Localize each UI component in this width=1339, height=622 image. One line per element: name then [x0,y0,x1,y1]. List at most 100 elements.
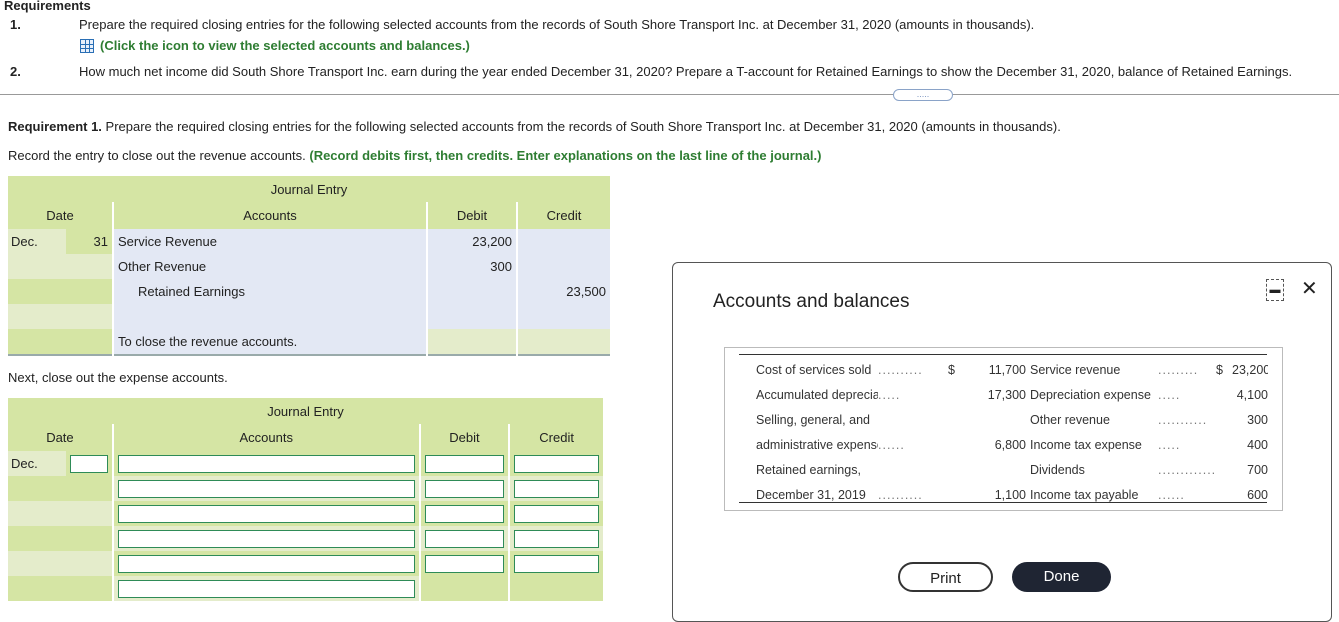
journal-entry-table-1: Journal Entry Date Accounts Debit Credit… [8,176,610,356]
accounts-table: Cost of services sold.......... $11,700 Ac… [724,347,1283,511]
right-amount: 4,100 [1236,388,1268,402]
right-dots: ...... [1158,488,1185,502]
journal-1-day: 31 [66,229,114,254]
right-amount: 400 [1247,438,1268,452]
journal-2-account-input[interactable] [117,454,415,473]
minimize-icon[interactable]: ▬ [1266,279,1284,301]
section-divider [0,94,1339,95]
journal-2-accounts-header: Accounts [112,424,421,451]
journal-2-debit-input[interactable] [424,504,505,523]
right-amount: 600 [1247,488,1268,502]
view-accounts-link[interactable]: (Click the icon to view the selected acc… [80,38,470,53]
left-row: Selling, general, and [756,410,1026,430]
journal-1-row [8,304,610,329]
next-instruction: Next, close out the expense accounts. [8,370,228,385]
journal-2-debit-input[interactable] [424,454,505,473]
journal-1-debit: 300 [427,254,518,279]
requirement-1-number: 1. [10,17,21,32]
journal-2-debit-input[interactable] [424,479,505,498]
journal-2-credit-input[interactable] [514,504,599,523]
right-label: Income tax payable [1030,488,1139,502]
left-amount: 17,300 [987,388,1026,402]
journal-2-credit-input[interactable] [514,479,599,498]
journal-2-row [8,476,603,501]
journal-1-credit [517,254,610,279]
close-icon[interactable]: ✕ [1301,276,1318,301]
requirement-1-body: Prepare the required closing entries for… [101,119,1061,134]
requirements-title: Requirements [4,0,91,13]
journal-1-row: Dec. 31 Service Revenue 23,200 [8,229,610,254]
journal-2-account-input[interactable] [117,479,415,498]
journal-1-credit: 23,500 [517,279,610,304]
right-label: Income tax expense [1030,438,1142,452]
left-label: Retained earnings, [756,463,861,477]
journal-2-row [8,526,603,551]
journal-1-date-header: Date [8,202,114,229]
right-row: Other revenue........... 300 [1030,410,1268,430]
right-label: Depreciation expense [1030,388,1151,402]
journal-2-title: Journal Entry [8,398,603,424]
left-row: Accumulated depreciation..... 17,300 [756,385,1026,405]
journal-2-debit-input[interactable] [424,554,505,573]
popup-title: Accounts and balances [713,291,910,312]
left-label: December 31, 2019 [756,488,866,502]
right-row: Dividends............. 700 [1030,460,1268,480]
journal-2-credit-header: Credit [509,424,603,451]
instruction-line: Record the entry to close out the revenu… [8,148,822,163]
right-dots: ..... [1158,388,1181,402]
journal-2-credit-input[interactable] [514,529,599,548]
journal-2-credit-input[interactable] [514,454,599,473]
left-dots: ..... [878,388,901,402]
view-accounts-link-text[interactable]: (Click the icon to view the selected acc… [100,38,470,53]
left-label: Selling, general, and [756,413,870,427]
left-row: administrative expenses...... 6,800 [756,435,1026,455]
right-amount: 300 [1247,413,1268,427]
journal-2-explanation-input[interactable] [117,579,415,598]
journal-1-account: Other Revenue [113,254,428,279]
left-dots: .......... [878,488,923,502]
journal-2-row [8,501,603,526]
journal-1-explanation: To close the revenue accounts. [113,329,428,355]
print-button[interactable]: Print [898,562,993,592]
journal-1-account: Retained Earnings [113,279,428,304]
journal-entry-table-2: Journal Entry Date Accounts Debit Credit… [8,398,603,601]
journal-1-credit [517,229,610,254]
requirement-2-text: How much net income did South Shore Tran… [79,64,1293,79]
journal-2-credit-input[interactable] [514,554,599,573]
journal-2-debit-header: Debit [419,424,511,451]
right-row: Income tax payable...... 600 [1030,485,1268,505]
right-label: Dividends [1030,463,1085,477]
left-dots: ...... [878,438,905,452]
right-dots: ......... [1158,363,1199,377]
left-label: Cost of services sold [756,363,872,377]
left-amount: 11,700 [988,363,1026,377]
journal-2-row: Dec. [8,451,603,476]
table-grid-icon[interactable] [80,38,94,53]
journal-2-row [8,551,603,576]
journal-2-account-input[interactable] [117,554,415,573]
journal-2-row [8,576,603,601]
journal-1-title: Journal Entry [8,176,610,202]
right-row: Income tax expense..... 400 [1030,435,1268,455]
journal-2-debit-input[interactable] [424,529,505,548]
left-dots: .......... [878,363,923,377]
done-button[interactable]: Done [1012,562,1111,592]
journal-1-month: Dec. [8,229,66,254]
journal-2-account-input[interactable] [117,504,415,523]
requirement-1-heading: Requirement 1. Prepare the required clos… [8,119,1061,134]
left-amount: 1,100 [994,488,1026,502]
accounts-balances-popup: Accounts and balances ▬ ✕ Cost of servic… [672,262,1332,622]
journal-2-account-input[interactable] [117,529,415,548]
journal-1-explanation-row: To close the revenue accounts. [8,329,610,355]
left-label: administrative expenses [756,438,878,452]
requirement-1-label: Requirement 1. [8,119,102,134]
instruction-text: Record the entry to close out the revenu… [8,148,306,163]
journal-2-day-input[interactable] [69,454,108,473]
journal-1-accounts-header: Accounts [113,202,428,229]
journal-1-account: Service Revenue [113,229,428,254]
left-row: Cost of services sold.......... $11,700 [756,360,1026,380]
right-row: Service revenue......... $23,200 [1030,360,1268,380]
right-currency: $ [1216,363,1223,377]
right-label: Service revenue [1030,363,1121,377]
divider-handle[interactable]: ..... [893,89,953,101]
